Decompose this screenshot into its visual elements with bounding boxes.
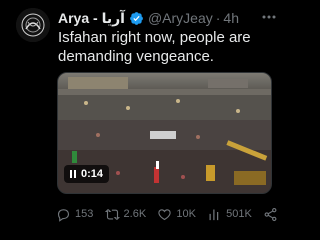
author-name[interactable]: Arya - آریا — [58, 10, 125, 27]
reply-button[interactable]: 153 — [56, 207, 93, 222]
video-time-badge[interactable]: 0:14 — [64, 165, 110, 183]
repost-count: 2.6K — [123, 208, 147, 220]
more-options-icon[interactable] — [261, 10, 277, 24]
like-button[interactable]: 10K — [157, 207, 196, 222]
heart-icon — [158, 208, 172, 220]
share-button[interactable] — [263, 207, 278, 222]
author-handle[interactable]: @AryJeay — [148, 10, 213, 26]
tweet[interactable]: Arya - آریا @AryJeay · 4h Isfahan right … — [0, 0, 287, 240]
header-separator: · — [215, 10, 221, 26]
pause-icon[interactable] — [70, 170, 76, 178]
reply-count: 153 — [75, 208, 94, 220]
views-chart-icon — [208, 209, 221, 220]
repost-icon — [104, 208, 120, 220]
tweet-actions: 153 2.6K 10K 501K — [56, 204, 278, 224]
verified-badge-icon — [130, 11, 143, 25]
tweet-text: Isfahan right now, people are demanding … — [58, 29, 251, 65]
views-button[interactable]: 501K — [207, 207, 252, 222]
like-count: 10K — [176, 208, 196, 220]
view-count: 501K — [226, 208, 252, 220]
reply-icon — [57, 208, 70, 222]
avatar[interactable] — [16, 8, 50, 42]
share-icon — [264, 207, 277, 221]
avatar-image — [16, 8, 50, 42]
video-player[interactable]: 0:14 — [57, 72, 272, 194]
video-elapsed-time: 0:14 — [81, 168, 104, 180]
tweet-header: Arya - آریا @AryJeay · 4h — [58, 9, 279, 27]
tweet-timestamp[interactable]: 4h — [223, 10, 239, 26]
repost-button[interactable]: 2.6K — [104, 207, 147, 222]
